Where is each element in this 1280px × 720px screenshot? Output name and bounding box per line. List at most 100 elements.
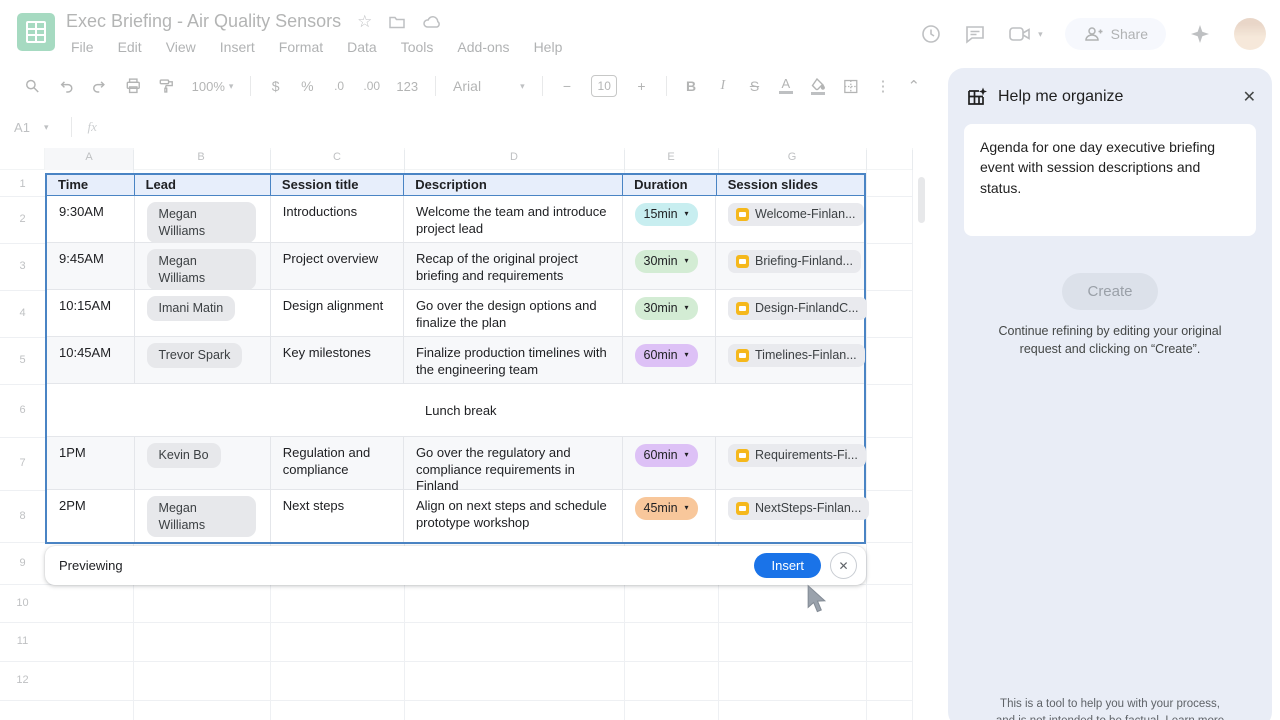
chevron-down-icon: ▾ xyxy=(685,347,689,364)
slides-cell: Timelines-Finlan... xyxy=(716,337,864,383)
person-chip[interactable]: Imani Matin xyxy=(147,296,236,321)
duration-cell: 30min ▾ xyxy=(623,243,717,289)
dismiss-preview-button[interactable]: ✕ xyxy=(830,552,857,579)
duration-value: 60min xyxy=(644,447,678,464)
person-chip[interactable]: Kevin Bo xyxy=(147,443,221,468)
panel-title: Help me organize xyxy=(998,88,1123,106)
time-cell: 10:45AM xyxy=(47,337,135,383)
person-chip[interactable]: Megan Williams xyxy=(147,249,256,290)
slides-file-chip[interactable]: Requirements-Fi... xyxy=(728,444,866,467)
slides-file-name: Design-FinlandC... xyxy=(755,300,859,317)
chevron-down-icon: ▾ xyxy=(685,300,689,317)
duration-value: 15min xyxy=(644,206,678,223)
description-cell: Align on next steps and schedule prototy… xyxy=(404,490,623,542)
table-header-cell[interactable]: Time xyxy=(47,175,135,195)
lead-cell: Megan Williams xyxy=(135,196,271,242)
table-header-cell[interactable]: Lead xyxy=(135,175,271,195)
lunch-break-cell: Lunch break xyxy=(47,384,864,436)
slides-file-name: NextSteps-Finlan... xyxy=(755,500,861,517)
help-me-organize-panel: Help me organize ✕ Agenda for one day ex… xyxy=(948,68,1272,720)
duration-dropdown-chip[interactable]: 60min ▾ xyxy=(635,344,698,367)
duration-value: 30min xyxy=(644,253,678,270)
table-row: 1PMKevin BoRegulation and complianceGo o… xyxy=(47,437,864,490)
slides-cell: Briefing-Finland... xyxy=(716,243,864,289)
time-cell: 10:15AM xyxy=(47,290,135,336)
table-header-cell[interactable]: Description xyxy=(404,175,623,195)
slides-file-chip[interactable]: Welcome-Finlan... xyxy=(728,203,864,226)
duration-cell: 45min ▾ xyxy=(623,490,717,542)
session-title-cell: Regulation and compliance xyxy=(271,437,404,489)
google-slides-icon xyxy=(736,302,749,315)
create-button[interactable]: Create xyxy=(1062,273,1157,310)
help-me-organize-icon xyxy=(966,86,988,108)
previewing-bar: Previewing Insert ✕ xyxy=(45,546,866,585)
prompt-textarea[interactable]: Agenda for one day executive briefing ev… xyxy=(964,124,1256,236)
previewing-label: Previewing xyxy=(59,558,123,573)
lead-cell: Imani Matin xyxy=(135,290,271,336)
table-header-row: TimeLeadSession titleDescriptionDuration… xyxy=(47,175,864,196)
learn-more-link[interactable]: Learn more xyxy=(1165,715,1224,720)
table-row: 10:45AMTrevor SparkKey milestonesFinaliz… xyxy=(47,337,864,384)
description-cell: Go over the regulatory and compliance re… xyxy=(404,437,623,489)
duration-cell: 30min ▾ xyxy=(623,290,717,336)
description-cell: Finalize production timelines with the e… xyxy=(404,337,623,383)
person-chip[interactable]: Megan Williams xyxy=(147,496,256,537)
slides-file-chip[interactable]: Design-FinlandC... xyxy=(728,297,867,320)
slides-file-chip[interactable]: Timelines-Finlan... xyxy=(728,344,865,367)
duration-dropdown-chip[interactable]: 15min ▾ xyxy=(635,203,698,226)
chevron-down-icon: ▾ xyxy=(685,447,689,464)
session-title-cell: Introductions xyxy=(271,196,404,242)
person-chip[interactable]: Trevor Spark xyxy=(147,343,243,368)
table-row: 9:45AMMegan WilliamsProject overviewReca… xyxy=(47,243,864,290)
duration-dropdown-chip[interactable]: 45min ▾ xyxy=(635,497,698,520)
gridline xyxy=(0,661,912,662)
duration-dropdown-chip[interactable]: 30min ▾ xyxy=(635,297,698,320)
ai-disclaimer: This is a tool to help you with your pro… xyxy=(948,696,1272,720)
close-icon: ✕ xyxy=(1243,89,1256,106)
slides-file-name: Requirements-Fi... xyxy=(755,447,858,464)
gridline xyxy=(0,622,912,623)
lead-cell: Megan Williams xyxy=(135,243,271,289)
slides-file-name: Briefing-Finland... xyxy=(755,253,853,270)
refine-hint: Continue refining by editing your origin… xyxy=(984,323,1236,358)
table-row: 2PMMegan WilliamsNext stepsAlign on next… xyxy=(47,490,864,542)
table-row: 10:15AMImani MatinDesign alignmentGo ove… xyxy=(47,290,864,337)
chevron-down-icon: ▾ xyxy=(685,206,689,223)
table-header-cell[interactable]: Session title xyxy=(271,175,404,195)
google-slides-icon xyxy=(736,502,749,515)
google-slides-icon xyxy=(736,208,749,221)
slides-file-name: Timelines-Finlan... xyxy=(755,347,857,364)
chevron-down-icon: ▾ xyxy=(685,500,689,517)
lead-cell: Megan Williams xyxy=(135,490,271,542)
table-header-cell[interactable]: Session slides xyxy=(717,175,864,195)
insert-button[interactable]: Insert xyxy=(754,553,821,578)
duration-value: 30min xyxy=(644,300,678,317)
duration-dropdown-chip[interactable]: 60min ▾ xyxy=(635,444,698,467)
person-chip[interactable]: Megan Williams xyxy=(147,202,256,243)
duration-dropdown-chip[interactable]: 30min ▾ xyxy=(635,250,698,273)
table-header-cell[interactable]: Duration xyxy=(623,175,717,195)
description-cell: Go over the design options and finalize … xyxy=(404,290,623,336)
slides-cell: Requirements-Fi... xyxy=(716,437,864,489)
slides-file-chip[interactable]: NextSteps-Finlan... xyxy=(728,497,869,520)
slides-cell: Design-FinlandC... xyxy=(716,290,864,336)
agenda-preview-table: TimeLeadSession titleDescriptionDuration… xyxy=(45,173,866,544)
gridline xyxy=(866,150,867,720)
description-cell: Recap of the original project briefing a… xyxy=(404,243,623,289)
google-slides-icon xyxy=(736,349,749,362)
table-row: Lunch break xyxy=(47,384,864,437)
gridline xyxy=(0,700,912,701)
duration-cell: 60min ▾ xyxy=(623,337,717,383)
time-cell: 9:30AM xyxy=(47,196,135,242)
panel-close-button[interactable]: ✕ xyxy=(1243,87,1256,107)
duration-value: 60min xyxy=(644,347,678,364)
mouse-cursor xyxy=(803,584,831,614)
session-title-cell: Next steps xyxy=(271,490,404,542)
lead-cell: Kevin Bo xyxy=(135,437,271,489)
duration-value: 45min xyxy=(644,500,678,517)
chevron-down-icon: ▾ xyxy=(685,253,689,270)
duration-cell: 60min ▾ xyxy=(623,437,717,489)
slides-file-chip[interactable]: Briefing-Finland... xyxy=(728,250,861,273)
time-cell: 9:45AM xyxy=(47,243,135,289)
google-slides-icon xyxy=(736,255,749,268)
